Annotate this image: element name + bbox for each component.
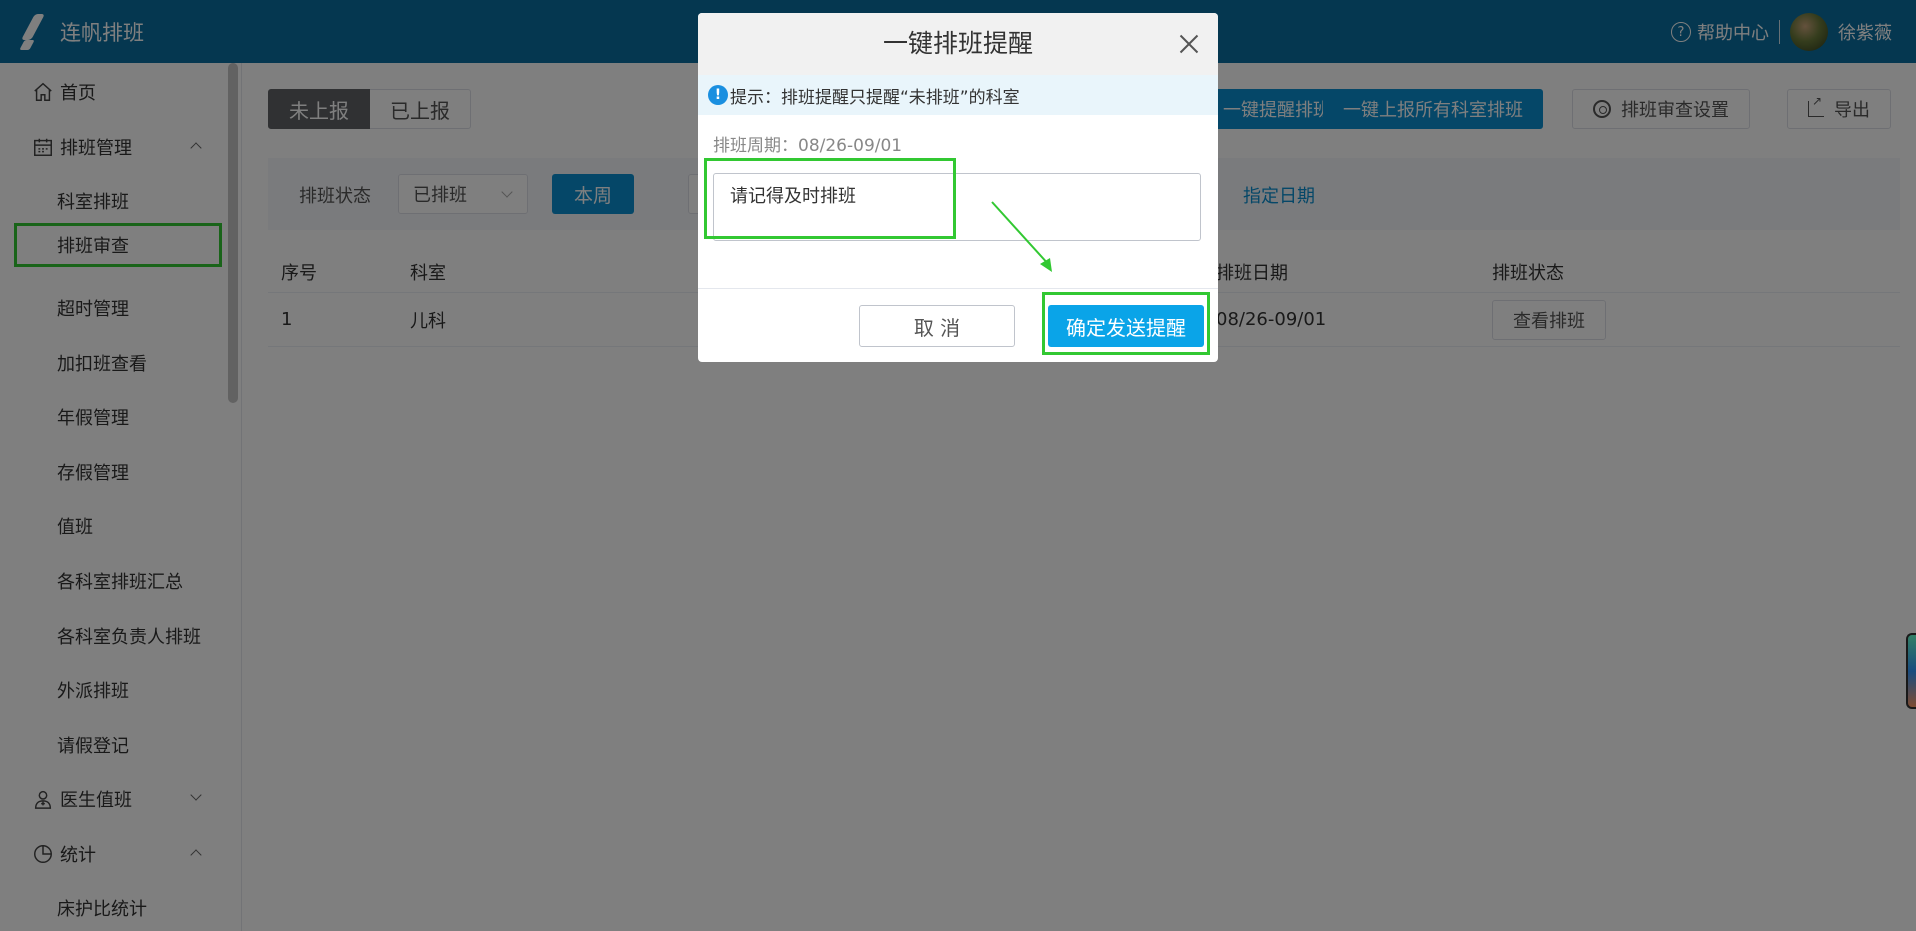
dialog-header: 一键排班提醒 [698, 13, 1218, 75]
schedule-reminder-dialog: 一键排班提醒 ! 提示：排班提醒只提醒“未排班”的科室 排班周期：08/26-0… [698, 13, 1218, 362]
cancel-button[interactable]: 取 消 [859, 305, 1015, 347]
schedule-period: 排班周期：08/26-09/01 [713, 136, 903, 156]
reminder-message-input[interactable] [713, 173, 1201, 241]
tip-text: 提示：排班提醒只提醒“未排班”的科室 [730, 87, 1020, 108]
info-icon: ! [708, 85, 728, 105]
dialog-title: 一键排班提醒 [882, 29, 1033, 58]
dialog-tip: ! 提示：排班提醒只提醒“未排班”的科室 [698, 75, 1218, 115]
close-icon[interactable] [1178, 33, 1200, 55]
annotation-arrow-icon [991, 201, 1052, 272]
dialog-footer-divider [698, 288, 1218, 289]
confirm-send-button[interactable]: 确定发送提醒 [1048, 305, 1204, 347]
